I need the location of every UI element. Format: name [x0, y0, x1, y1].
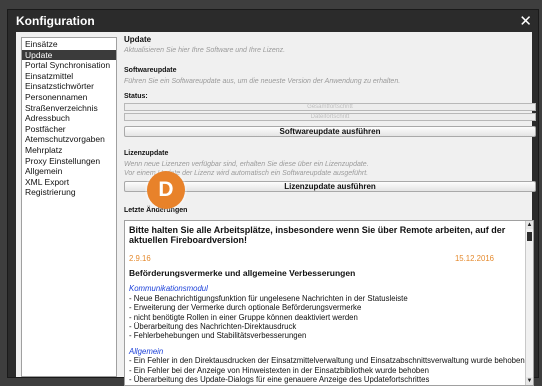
changelog-item: - Überarbeitung des Nachrichten-Direktau…	[129, 322, 297, 332]
sidebar-item-9[interactable]: Atemschutzvorgaben	[22, 134, 116, 145]
scrollbar-thumb[interactable]	[527, 232, 532, 241]
changelog-item: - nicht benötigte Rollen in einer Gruppe…	[129, 312, 358, 322]
settings-category-list[interactable]: Einsätze Update Portal Synchronisation Eins…	[21, 37, 117, 377]
title-bar: Konfiguration ✕	[8, 10, 538, 32]
changelog-item: - Fehlerbehebungen und Stabilitätsverbes…	[129, 331, 307, 341]
changelog-box[interactable]: Bitte halten Sie alle Arbeitsplätze, ins…	[124, 220, 534, 386]
release-version: 2.9.16	[129, 254, 151, 263]
scroll-up-icon[interactable]: ▲	[526, 221, 533, 229]
sidebar-item-12[interactable]: Allgemein	[22, 166, 116, 177]
step-badge: D	[147, 171, 185, 209]
sidebar-item-14[interactable]: Registrierung	[22, 187, 116, 198]
changelog-item: - Ein Fehler bei der Anzeige von Hinweis…	[129, 365, 429, 375]
sidebar-item-10[interactable]: Mehrplatz	[22, 145, 116, 156]
changelog-scrollbar[interactable]: ▲ ▼	[525, 221, 533, 385]
update-subtitle: Aktualisieren Sie hier Ihre Software und…	[124, 47, 286, 54]
sidebar-item-13[interactable]: XML Export	[22, 177, 116, 188]
softwareupdate-description: Führen Sie ein Softwareupdate aus, um di…	[124, 78, 401, 85]
release-title: Beförderungsvermerke und allgemeine Verb…	[129, 268, 356, 279]
sidebar-item-4[interactable]: Einsatzstichwörter	[22, 81, 116, 92]
section2-list: - Ein Fehler in den Direktausdrucken der…	[129, 356, 525, 385]
changelog-item: - Erweiterung der Vermerke durch optiona…	[129, 303, 362, 313]
update-panel: Update Aktualisieren Sie hier Ihre Softw…	[124, 35, 536, 386]
section-kommunikationsmodul: Kommunikationsmodul	[129, 284, 208, 294]
softwareupdate-heading: Softwareupdate	[124, 67, 177, 74]
changelog-item: - Neue Benachrichtigungsfunktion für ung…	[129, 293, 408, 303]
lizenzupdate-description-1: Wenn neue Lizenzen verfügbar sind, erhal…	[124, 161, 369, 168]
file-progress-bar: Dateifortschritt	[124, 113, 536, 121]
configuration-window: Konfiguration ✕ Einsätze Update Portal Syn…	[7, 9, 539, 386]
sidebar-item-8[interactable]: Postfächer	[22, 124, 116, 135]
changelog-notice: Bitte halten Sie alle Arbeitsplätze, ins…	[129, 225, 506, 245]
release-date: 15.12.2016	[454, 254, 494, 263]
release-info: 2.9.16 15.12.2016	[129, 254, 494, 263]
overall-progress-bar: Gesamtfortschritt	[124, 103, 536, 111]
sidebar-item-7[interactable]: Adressbuch	[22, 113, 116, 124]
run-lizenzupdate-button[interactable]: Lizenzupdate ausführen	[124, 181, 536, 192]
section-allgemein: Allgemein	[129, 346, 164, 356]
changelog-item: - Ein Fehler in den Direktausdrucken der…	[129, 356, 525, 366]
sidebar-item-11[interactable]: Proxy Einstellungen	[22, 156, 116, 167]
sidebar-item-5[interactable]: Personennamen	[22, 92, 116, 103]
window-body: Einsätze Update Portal Synchronisation Eins…	[16, 32, 536, 386]
window-title: Konfiguration	[16, 14, 95, 28]
sidebar-item-2[interactable]: Portal Synchronisation	[22, 60, 116, 71]
recent-changes-heading: Letzte Änderungen	[124, 207, 188, 214]
changelog-item: - Überarbeitung des Update-Dialogs für e…	[129, 375, 430, 385]
status-label: Status:	[124, 93, 148, 100]
sidebar-item-3[interactable]: Einsatzmittel	[22, 71, 116, 82]
section1-list: - Neue Benachrichtigungsfunktion für ung…	[129, 294, 521, 341]
run-softwareupdate-button[interactable]: Softwareupdate ausführen	[124, 126, 536, 137]
sidebar-item-0[interactable]: Einsätze	[22, 39, 116, 50]
update-heading: Update	[124, 35, 152, 44]
lizenzupdate-heading: Lizenzupdate	[124, 150, 169, 157]
changelog-content: Bitte halten Sie alle Arbeitsplätze, ins…	[129, 225, 525, 385]
close-icon[interactable]: ✕	[519, 12, 532, 30]
scroll-down-icon[interactable]: ▼	[526, 377, 533, 385]
sidebar-item-1[interactable]: Update	[22, 49, 116, 61]
sidebar-item-6[interactable]: Straßenverzeichnis	[22, 103, 116, 114]
